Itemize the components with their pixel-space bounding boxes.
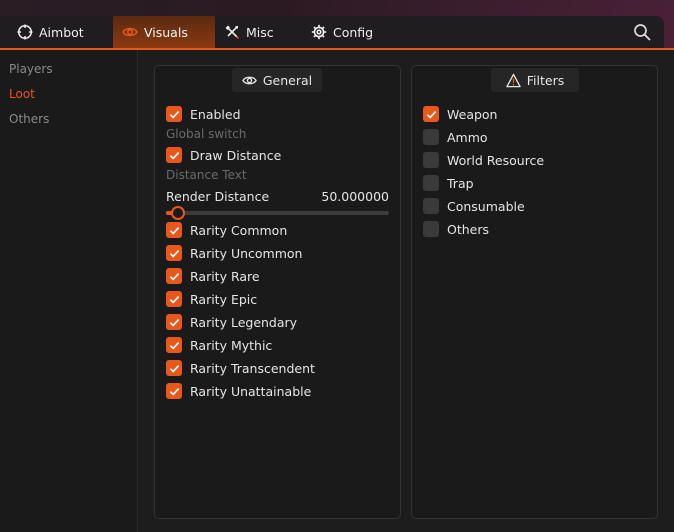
rarity-transcendent-row[interactable]: Rarity Transcendent [166, 359, 315, 377]
tab-aimbot-label: Aimbot [39, 24, 84, 40]
check-icon [169, 387, 179, 396]
check-icon [169, 318, 179, 327]
filters-header: Filters [491, 68, 579, 92]
tools-icon [225, 25, 239, 39]
check-icon [169, 226, 179, 235]
filter-others-row[interactable]: Others [423, 220, 489, 238]
draw-distance-checkbox-row[interactable]: Draw Distance [166, 146, 281, 164]
rarity-uncommon-row[interactable]: Rarity Uncommon [166, 244, 302, 262]
check-icon [169, 341, 179, 350]
render-distance-slider[interactable] [166, 206, 389, 220]
rarity-common-label: Rarity Common [190, 222, 288, 238]
check-icon [169, 110, 179, 119]
general-title: General [262, 72, 313, 88]
filter-consumable-row[interactable]: Consumable [423, 197, 525, 215]
rarity-common-row[interactable]: Rarity Common [166, 221, 287, 239]
tab-misc[interactable]: Misc [219, 16, 299, 48]
eye-icon [242, 76, 257, 84]
tab-aimbot[interactable]: Aimbot [10, 16, 110, 48]
rarity-unattainable-label: Rarity Unattainable [190, 383, 312, 399]
tab-visuals[interactable]: Visuals [113, 16, 215, 48]
sidebar-item-loot[interactable]: Loot [9, 87, 35, 101]
gear-icon [311, 24, 327, 40]
filter-trap-row[interactable]: Trap [423, 174, 474, 192]
sidebar-item-players[interactable]: Players [9, 62, 53, 76]
rarity-mythic-checkbox[interactable] [166, 337, 182, 353]
check-icon [169, 272, 179, 281]
filter-trap-checkbox[interactable] [423, 175, 439, 191]
filter-ammo-label: Ammo [447, 129, 488, 145]
rarity-legendary-label: Rarity Legendary [190, 314, 298, 330]
render-distance-value: 50.000000 [321, 189, 389, 204]
general-header: General [232, 68, 322, 92]
rarity-uncommon-checkbox[interactable] [166, 245, 182, 261]
global-switch-text: Global switch [166, 127, 247, 141]
rarity-rare-label: Rarity Rare [190, 268, 260, 284]
rarity-transcendent-label: Rarity Transcendent [190, 360, 315, 376]
rarity-rare-row[interactable]: Rarity Rare [166, 267, 260, 285]
filter-weapon-row[interactable]: Weapon [423, 105, 497, 123]
draw-distance-checkbox[interactable] [166, 147, 182, 163]
crosshair-icon [17, 24, 33, 40]
filter-world-resource-row[interactable]: World Resource [423, 151, 544, 169]
sidebar-item-others[interactable]: Others [9, 112, 49, 126]
filter-ammo-row[interactable]: Ammo [423, 128, 488, 146]
check-icon [169, 151, 179, 160]
rarity-epic-row[interactable]: Rarity Epic [166, 290, 257, 308]
draw-distance-label: Draw Distance [190, 147, 282, 163]
search-icon[interactable] [633, 23, 651, 41]
filter-trap-label: Trap [447, 175, 474, 191]
tab-config-label: Config [333, 24, 374, 40]
check-icon [426, 110, 436, 119]
tab-config[interactable]: Config [306, 16, 396, 48]
render-distance-label: Render Distance [166, 189, 270, 204]
rarity-unattainable-row[interactable]: Rarity Unattainable [166, 382, 311, 400]
filter-others-label: Others [447, 221, 490, 237]
rarity-epic-checkbox[interactable] [166, 291, 182, 307]
rarity-mythic-label: Rarity Mythic [190, 337, 273, 353]
enabled-label: Enabled [190, 106, 241, 122]
rarity-legendary-row[interactable]: Rarity Legendary [166, 313, 297, 331]
filter-consumable-checkbox[interactable] [423, 198, 439, 214]
rarity-mythic-row[interactable]: Rarity Mythic [166, 336, 272, 354]
check-icon [169, 364, 179, 373]
tab-visuals-label: Visuals [144, 24, 188, 40]
rarity-unattainable-checkbox[interactable] [166, 383, 182, 399]
filters-title: Filters [526, 72, 565, 88]
rarity-legendary-checkbox[interactable] [166, 314, 182, 330]
rarity-uncommon-label: Rarity Uncommon [190, 245, 303, 261]
filter-consumable-label: Consumable [447, 198, 525, 214]
rarity-epic-label: Rarity Epic [190, 291, 258, 307]
check-icon [169, 249, 179, 258]
filter-world-resource-checkbox[interactable] [423, 152, 439, 168]
filter-others-checkbox[interactable] [423, 221, 439, 237]
filter-ammo-checkbox[interactable] [423, 129, 439, 145]
enabled-checkbox[interactable] [166, 106, 182, 122]
enabled-checkbox-row[interactable]: Enabled [166, 105, 241, 123]
eye-icon [122, 27, 138, 37]
filter-world-resource-label: World Resource [447, 152, 545, 168]
rarity-rare-checkbox[interactable] [166, 268, 182, 284]
check-icon [169, 295, 179, 304]
rarity-common-checkbox[interactable] [166, 222, 182, 238]
distance-text: Distance Text [166, 168, 247, 182]
warning-icon [506, 73, 521, 87]
filter-weapon-label: Weapon [447, 106, 498, 122]
rarity-transcendent-checkbox[interactable] [166, 360, 182, 376]
tab-misc-label: Misc [246, 24, 274, 40]
filter-weapon-checkbox[interactable] [423, 106, 439, 122]
